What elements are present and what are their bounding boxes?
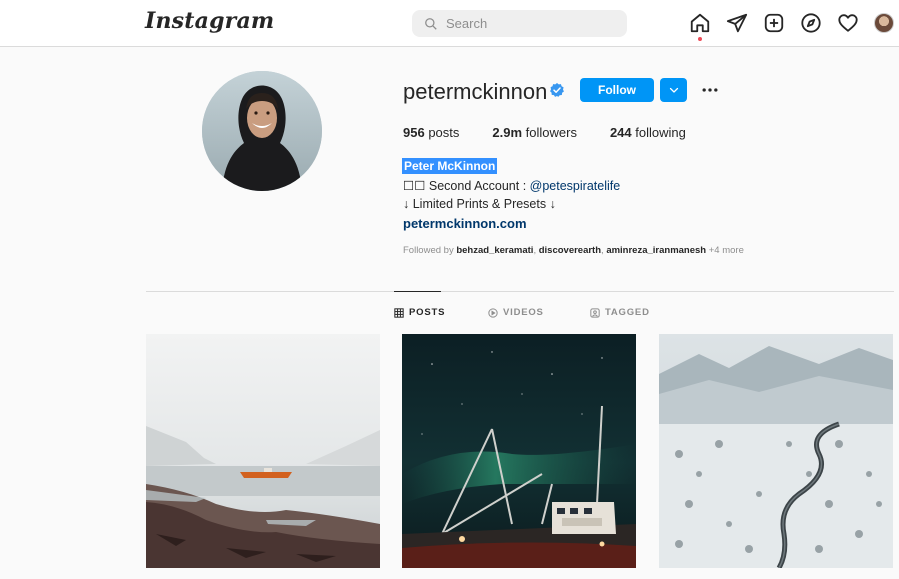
search-input[interactable] [446, 16, 616, 31]
explore-icon[interactable] [800, 12, 822, 34]
more-followers-link[interactable]: +4 more [706, 245, 744, 256]
post-thumbnail[interactable] [659, 334, 893, 568]
direct-message-icon[interactable] [726, 12, 748, 34]
bio-line-1: ☐☐ Second Account : @petespiratelife [403, 178, 620, 193]
tab-videos[interactable]: VIDEOS [488, 307, 544, 318]
grid-icon [394, 307, 404, 318]
post-thumbnail[interactable] [146, 334, 380, 568]
profile-username: petermckinnon [403, 79, 548, 104]
tab-tagged[interactable]: TAGGED [590, 307, 650, 318]
followed-by: Followed by behzad_keramati, discoverear… [403, 245, 744, 256]
follower-link[interactable]: behzad_keramati [456, 245, 533, 256]
search-icon [425, 17, 437, 30]
chevron-down-icon [669, 87, 678, 93]
video-play-icon [488, 307, 498, 318]
suggested-accounts-button[interactable] [660, 78, 687, 102]
posts-count: 956 posts [403, 125, 460, 140]
search-box[interactable] [412, 10, 627, 37]
instagram-logo[interactable]: Instagram [145, 8, 274, 34]
profile-stats: 956 posts 2.9m followers 244 following [403, 125, 719, 140]
profile-avatar-nav[interactable] [874, 13, 894, 33]
activity-heart-icon[interactable] [837, 12, 859, 34]
profile-full-name: Peter McKinnon [402, 158, 498, 174]
tab-posts[interactable]: POSTS [394, 307, 445, 318]
new-post-icon[interactable] [763, 12, 785, 34]
follower-link[interactable]: aminreza_iranmanesh [606, 245, 706, 256]
following-count[interactable]: 244 following [610, 125, 686, 140]
post-thumbnail[interactable] [402, 334, 636, 568]
home-icon[interactable] [689, 12, 711, 34]
tabs-divider [146, 291, 894, 292]
notification-dot [698, 37, 702, 41]
bio-text: ☐☐ Second Account : [403, 179, 530, 193]
tagged-icon [590, 307, 600, 318]
bio-mention-link[interactable]: @petespiratelife [530, 179, 621, 193]
profile-picture[interactable] [202, 71, 322, 191]
website-link[interactable]: petermckinnon.com [403, 216, 527, 231]
verified-badge-icon [550, 83, 564, 97]
follow-button[interactable]: Follow [580, 78, 654, 102]
follower-link[interactable]: discoverearth [539, 245, 601, 256]
more-options-icon[interactable] [700, 80, 720, 100]
followers-count[interactable]: 2.9m followers [492, 125, 577, 140]
active-tab-indicator [394, 291, 441, 292]
bio-line-2: ↓ Limited Prints & Presets ↓ [403, 197, 556, 211]
top-navigation-bar: Instagram [0, 0, 899, 47]
